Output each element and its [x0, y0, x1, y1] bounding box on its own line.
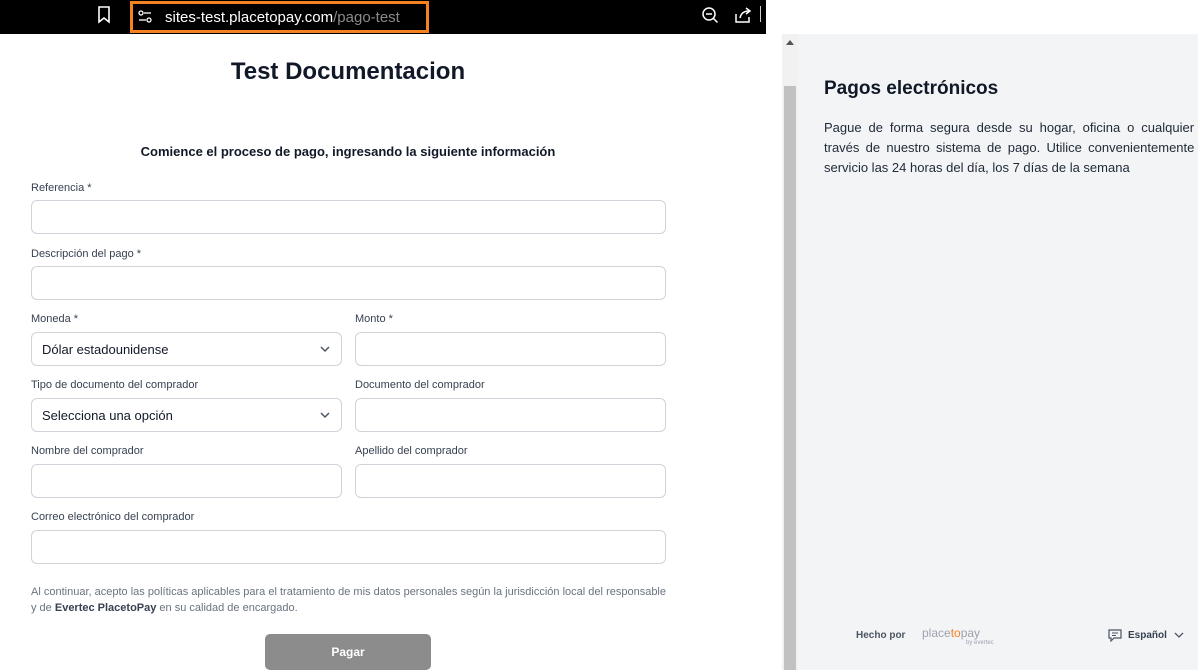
site-settings-icon[interactable] — [137, 9, 153, 25]
reference-label: Referencia * — [31, 182, 92, 194]
scroll-up-arrow-icon[interactable] — [786, 40, 794, 45]
browser-toolbar: sites-test.placetopay.com /pago-test — [0, 0, 766, 34]
privacy-disclaimer: Al continuar, acepto las políticas aplic… — [31, 584, 666, 616]
form-subtitle: Comience el proceso de pago, ingresando … — [140, 144, 556, 159]
doc-input[interactable] — [355, 398, 666, 432]
chevron-down-icon — [320, 346, 330, 353]
description-label: Descripción del pago * — [31, 248, 142, 260]
doc-type-label: Tipo de documento del comprador — [31, 379, 199, 391]
placetopay-logo[interactable]: placetopay — [922, 626, 980, 640]
made-by-label: Hecho por — [856, 630, 906, 641]
share-icon[interactable] — [734, 6, 752, 24]
bookmark-icon[interactable] — [96, 6, 112, 24]
brand-suffix: pay — [960, 626, 981, 640]
language-selector[interactable]: Español — [1108, 628, 1185, 642]
url-path: /pago-test — [333, 8, 400, 26]
info-panel: Pagos electrónicos Pague de forma segura… — [798, 34, 1198, 670]
url-host: sites-test.placetopay.com — [165, 8, 334, 26]
language-label: Español — [1128, 629, 1167, 641]
description-input[interactable] — [31, 266, 666, 300]
chevron-down-icon — [1174, 632, 1184, 638]
first-name-input[interactable] — [31, 464, 342, 498]
disclaimer-company: Evertec PlacetoPay — [54, 602, 157, 614]
toolbar-right-area — [766, 0, 1198, 34]
brand-prefix: place — [922, 626, 951, 640]
scrollbar[interactable] — [782, 34, 798, 670]
currency-selected-value: Dólar estadounidense — [42, 341, 169, 357]
email-input[interactable] — [31, 530, 666, 564]
amount-label: Monto * — [355, 313, 393, 325]
payment-form: Test Documentacion Comience el proceso d… — [0, 34, 782, 670]
first-name-label: Nombre del comprador — [31, 445, 144, 457]
language-icon — [1108, 629, 1122, 642]
info-text: Pague de forma segura desde su hogar, of… — [824, 120, 1198, 175]
currency-label: Moneda * — [31, 313, 79, 325]
pay-button[interactable]: Pagar — [265, 634, 431, 670]
amount-input[interactable] — [355, 332, 666, 366]
brand-sub: by evertec — [966, 640, 994, 646]
doc-type-selected-value: Selecciona una opción — [42, 407, 173, 423]
last-name-label: Apellido del comprador — [355, 445, 468, 457]
last-name-input[interactable] — [355, 464, 666, 498]
doc-type-select[interactable]: Selecciona una opción — [31, 398, 342, 432]
reference-input[interactable] — [31, 200, 666, 234]
disclaimer-text-end: en su calidad de encargado. — [156, 602, 298, 614]
toolbar-divider — [760, 6, 761, 22]
currency-select[interactable]: Dólar estadounidense — [31, 332, 342, 366]
doc-label: Documento del comprador — [355, 379, 485, 391]
address-bar[interactable]: sites-test.placetopay.com /pago-test — [130, 1, 429, 33]
chevron-down-icon — [320, 412, 330, 419]
email-label: Correo electrónico del comprador — [31, 511, 195, 523]
brand-accent: to — [950, 626, 961, 640]
page-title: Test Documentacion — [230, 58, 466, 85]
zoom-out-icon[interactable] — [701, 6, 719, 24]
scroll-thumb[interactable] — [784, 86, 796, 670]
info-title: Pagos electrónicos — [824, 78, 999, 99]
